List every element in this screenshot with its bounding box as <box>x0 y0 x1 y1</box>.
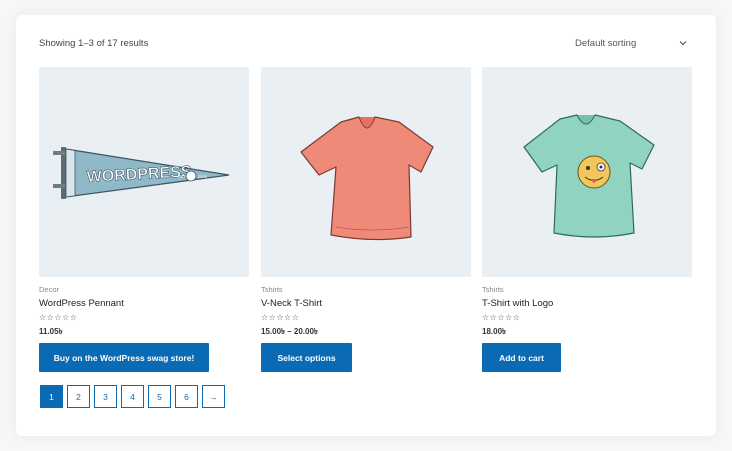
rating-stars: ☆☆☆☆☆ <box>39 313 78 322</box>
product-category: Decor <box>39 285 60 294</box>
rating-stars: ☆☆☆☆☆ <box>482 313 521 322</box>
page-3-link[interactable]: 3 <box>94 385 117 408</box>
result-count: Showing 1–3 of 17 results <box>39 38 149 49</box>
sorting-select[interactable]: Default sorting <box>568 32 694 54</box>
product-title[interactable]: WordPress Pennant <box>39 298 124 309</box>
product-price: 18.00৳ <box>482 327 507 336</box>
product-card: Tshirts V-Neck T-Shirt ☆☆☆☆☆ 15.00৳ – 20… <box>261 67 471 372</box>
page-5-link[interactable]: 5 <box>148 385 171 408</box>
product-title[interactable]: V-Neck T-Shirt <box>261 298 322 309</box>
product-card: Tshirts T-Shirt with Logo ☆☆☆☆☆ 18.00৳ A… <box>482 67 692 372</box>
svg-text:2003: 2003 <box>198 174 208 179</box>
page-6-link[interactable]: 6 <box>175 385 198 408</box>
chevron-down-icon <box>679 41 687 46</box>
select-options-button[interactable]: Select options <box>261 343 352 372</box>
product-image-link[interactable]: WORDPRESS EST 2003 <box>39 67 249 277</box>
product-category: Tshirts <box>482 285 504 294</box>
svg-text:EST: EST <box>178 174 186 179</box>
product-card: WORDPRESS EST 2003 Decor WordPress Penna… <box>39 67 249 372</box>
next-page-arrow-icon[interactable]: → <box>202 385 225 408</box>
buy-external-button[interactable]: Buy on the WordPress swag store! <box>39 343 209 372</box>
pennant-image: WORDPRESS EST 2003 <box>53 147 230 199</box>
pagination: 1 2 3 4 5 6 → <box>40 385 225 408</box>
product-category: Tshirts <box>261 285 283 294</box>
vneck-tshirt-image <box>300 116 434 241</box>
page-2-link[interactable]: 2 <box>67 385 90 408</box>
product-title[interactable]: T-Shirt with Logo <box>482 298 553 309</box>
sorting-selected-label: Default sorting <box>575 37 637 49</box>
add-to-cart-button[interactable]: Add to cart <box>482 343 561 372</box>
product-image-link[interactable] <box>482 67 692 277</box>
tshirt-logo-image <box>523 114 655 238</box>
page-1-link[interactable]: 1 <box>40 385 63 408</box>
product-image-link[interactable] <box>261 67 471 277</box>
product-price: 11.05৳ <box>39 327 63 336</box>
product-price: 15.00৳ – 20.00৳ <box>261 327 318 336</box>
rating-stars: ☆☆☆☆☆ <box>261 313 300 322</box>
page-4-link[interactable]: 4 <box>121 385 144 408</box>
